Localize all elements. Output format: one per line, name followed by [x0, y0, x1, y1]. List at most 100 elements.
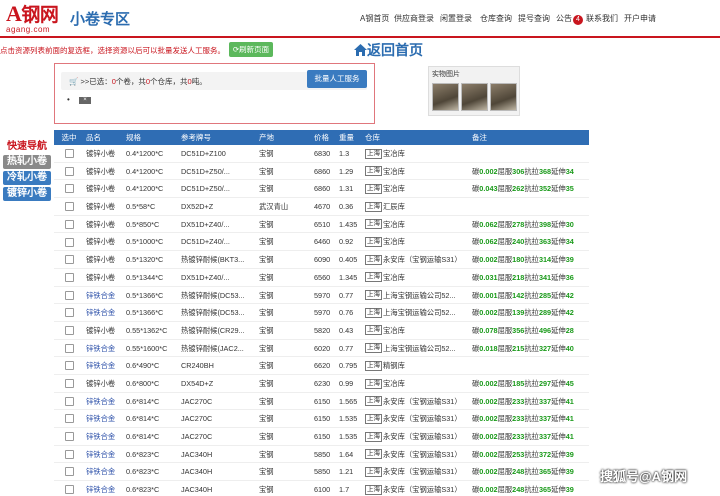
note-yield-label: 屈服 — [497, 485, 513, 495]
row-checkbox[interactable] — [64, 414, 74, 424]
product-name[interactable]: 锌铁合金 — [84, 428, 126, 445]
note-yield-label: 屈服 — [497, 467, 513, 477]
nav-item[interactable]: 供应商登录 — [394, 13, 440, 25]
note-yield: 248 — [512, 485, 525, 495]
product-note — [472, 198, 589, 215]
product-price: 6830 — [314, 149, 331, 158]
city-tag: 上海 — [365, 237, 382, 248]
product-name: 镀锌小卷 — [86, 219, 116, 229]
row-checkbox[interactable] — [64, 379, 74, 389]
col-header-note: 备注 — [472, 133, 487, 142]
note-yield: 180 — [512, 255, 525, 265]
row-checkbox[interactable] — [64, 290, 74, 300]
note-yield-label: 屈服 — [497, 290, 513, 300]
row-checkbox[interactable] — [64, 432, 74, 442]
product-spec: 0.5*1320*C — [126, 255, 164, 265]
product-photo[interactable] — [432, 83, 459, 111]
product-grade: DX54D+Z — [181, 378, 214, 388]
table-row: 镀锌小卷 0.4*1200*C DC51D+Z100 宝钢 6830 1.3 上海 宝冶库 — [54, 145, 589, 163]
city-tag: 上海 — [365, 272, 382, 283]
row-checkbox[interactable] — [64, 449, 74, 459]
product-photo[interactable] — [461, 83, 488, 111]
product-note: 碳0.002屈服248抗拉365延伸39 — [472, 463, 589, 480]
note-yield-label: 屈服 — [497, 325, 513, 335]
row-checkbox[interactable] — [64, 272, 74, 282]
product-name[interactable]: 锌铁合金 — [84, 304, 126, 321]
note-elong: 35 — [565, 184, 574, 194]
row-checkbox[interactable] — [64, 184, 74, 194]
note-yield: 253 — [512, 449, 525, 459]
product-name[interactable]: 锌铁合金 — [84, 287, 126, 304]
product-name[interactable]: 锌铁合金 — [84, 446, 126, 463]
note-carbon: 0.043 — [479, 184, 498, 194]
refresh-button[interactable]: ⟳刷新页面 — [229, 42, 273, 57]
row-checkbox[interactable] — [64, 485, 74, 495]
note-elong-label: 延伸 — [551, 255, 566, 265]
row-checkbox[interactable] — [64, 237, 74, 247]
nav-item[interactable]: 闲置登录 — [440, 13, 480, 25]
row-checkbox[interactable] — [64, 343, 74, 353]
product-origin: 宝钢 — [259, 255, 274, 265]
product-name[interactable]: 锌铁合金 — [84, 463, 126, 480]
product-warehouse: 上海 永安库（宝钢运输S31） — [365, 446, 472, 463]
row-checkbox[interactable] — [64, 467, 74, 477]
batch-manual-service-button[interactable]: 批量人工服务 — [307, 70, 367, 88]
note-tensile: 337 — [538, 414, 552, 424]
note-elong: 30 — [565, 219, 574, 229]
product-grade: JAC340H — [181, 467, 213, 477]
city-tag: 上海 — [365, 166, 382, 177]
notice-count-badge: 4 — [573, 15, 583, 25]
warehouse-name: 汇辰库 — [383, 202, 405, 212]
city-tag: 上海 — [365, 378, 382, 389]
site-logo[interactable]: A钢网 agang.com — [6, 3, 64, 35]
note-elong-label: 延伸 — [551, 308, 566, 318]
note-tensile-label: 抗拉 — [524, 396, 539, 406]
nav-item[interactable]: 公告 4 — [556, 13, 586, 25]
quick-nav-cold-rolled[interactable]: 冷轧小卷 — [3, 171, 51, 185]
nav-item[interactable]: 开户申请 — [624, 13, 660, 25]
product-price: 6560 — [314, 272, 331, 282]
note-tensile: 337 — [538, 396, 552, 406]
product-warehouse: 上海 永安库（宝钢运输S31） — [365, 463, 472, 480]
nav-item[interactable]: 提号查询 — [518, 13, 556, 25]
product-name[interactable]: 锌铁合金 — [84, 357, 126, 374]
quick-nav-hot-rolled[interactable]: 热轧小卷 — [3, 155, 51, 169]
row-checkbox[interactable] — [64, 396, 74, 406]
product-price: 6090 — [314, 255, 331, 265]
return-home-link[interactable]: 返回首页 — [354, 40, 423, 60]
product-name[interactable]: 锌铁合金 — [84, 410, 126, 427]
product-photo[interactable] — [490, 83, 517, 111]
product-grade: JAC270C — [181, 432, 213, 441]
product-origin: 宝钢 — [259, 467, 274, 477]
row-checkbox[interactable] — [64, 325, 74, 335]
quick-nav-galvanized[interactable]: 镀锌小卷 — [3, 187, 51, 201]
product-name[interactable]: 锌铁合金 — [84, 393, 126, 410]
product-spec: 0.5*58*C — [126, 202, 156, 212]
note-tensile: 363 — [538, 237, 552, 247]
note-yield-label: 屈服 — [497, 308, 513, 318]
note-tensile: 297 — [538, 378, 552, 388]
product-spec: 0.6*823*C — [126, 485, 160, 495]
city-tag: 上海 — [365, 343, 382, 354]
row-select-cell — [54, 216, 84, 233]
row-checkbox[interactable] — [64, 255, 74, 265]
row-checkbox[interactable] — [64, 202, 74, 212]
remove-item-button[interactable]: × — [79, 97, 91, 104]
product-grade: DC51D+Z100 — [181, 149, 226, 158]
row-checkbox[interactable] — [64, 361, 74, 371]
nav-item[interactable]: 联系我们 — [586, 13, 624, 25]
row-checkbox[interactable] — [64, 219, 74, 229]
row-checkbox[interactable] — [64, 149, 74, 159]
product-price: 5850 — [314, 467, 331, 477]
warehouse-name: 上海宝钢运输公司52... — [383, 343, 456, 353]
product-name[interactable]: 锌铁合金 — [84, 340, 126, 357]
row-checkbox[interactable] — [64, 308, 74, 318]
nav-item[interactable]: 仓库查询 — [480, 13, 518, 25]
product-name[interactable]: 锌铁合金 — [84, 481, 126, 496]
nav-item[interactable]: A钢首页 — [360, 13, 394, 25]
row-checkbox[interactable] — [64, 166, 74, 176]
note-elong: 41 — [565, 432, 574, 441]
warehouse-name: 永安库（宝钢运输S31） — [383, 467, 462, 477]
note-carbon: 0.018 — [479, 343, 498, 353]
product-weight: 1.7 — [339, 485, 350, 495]
